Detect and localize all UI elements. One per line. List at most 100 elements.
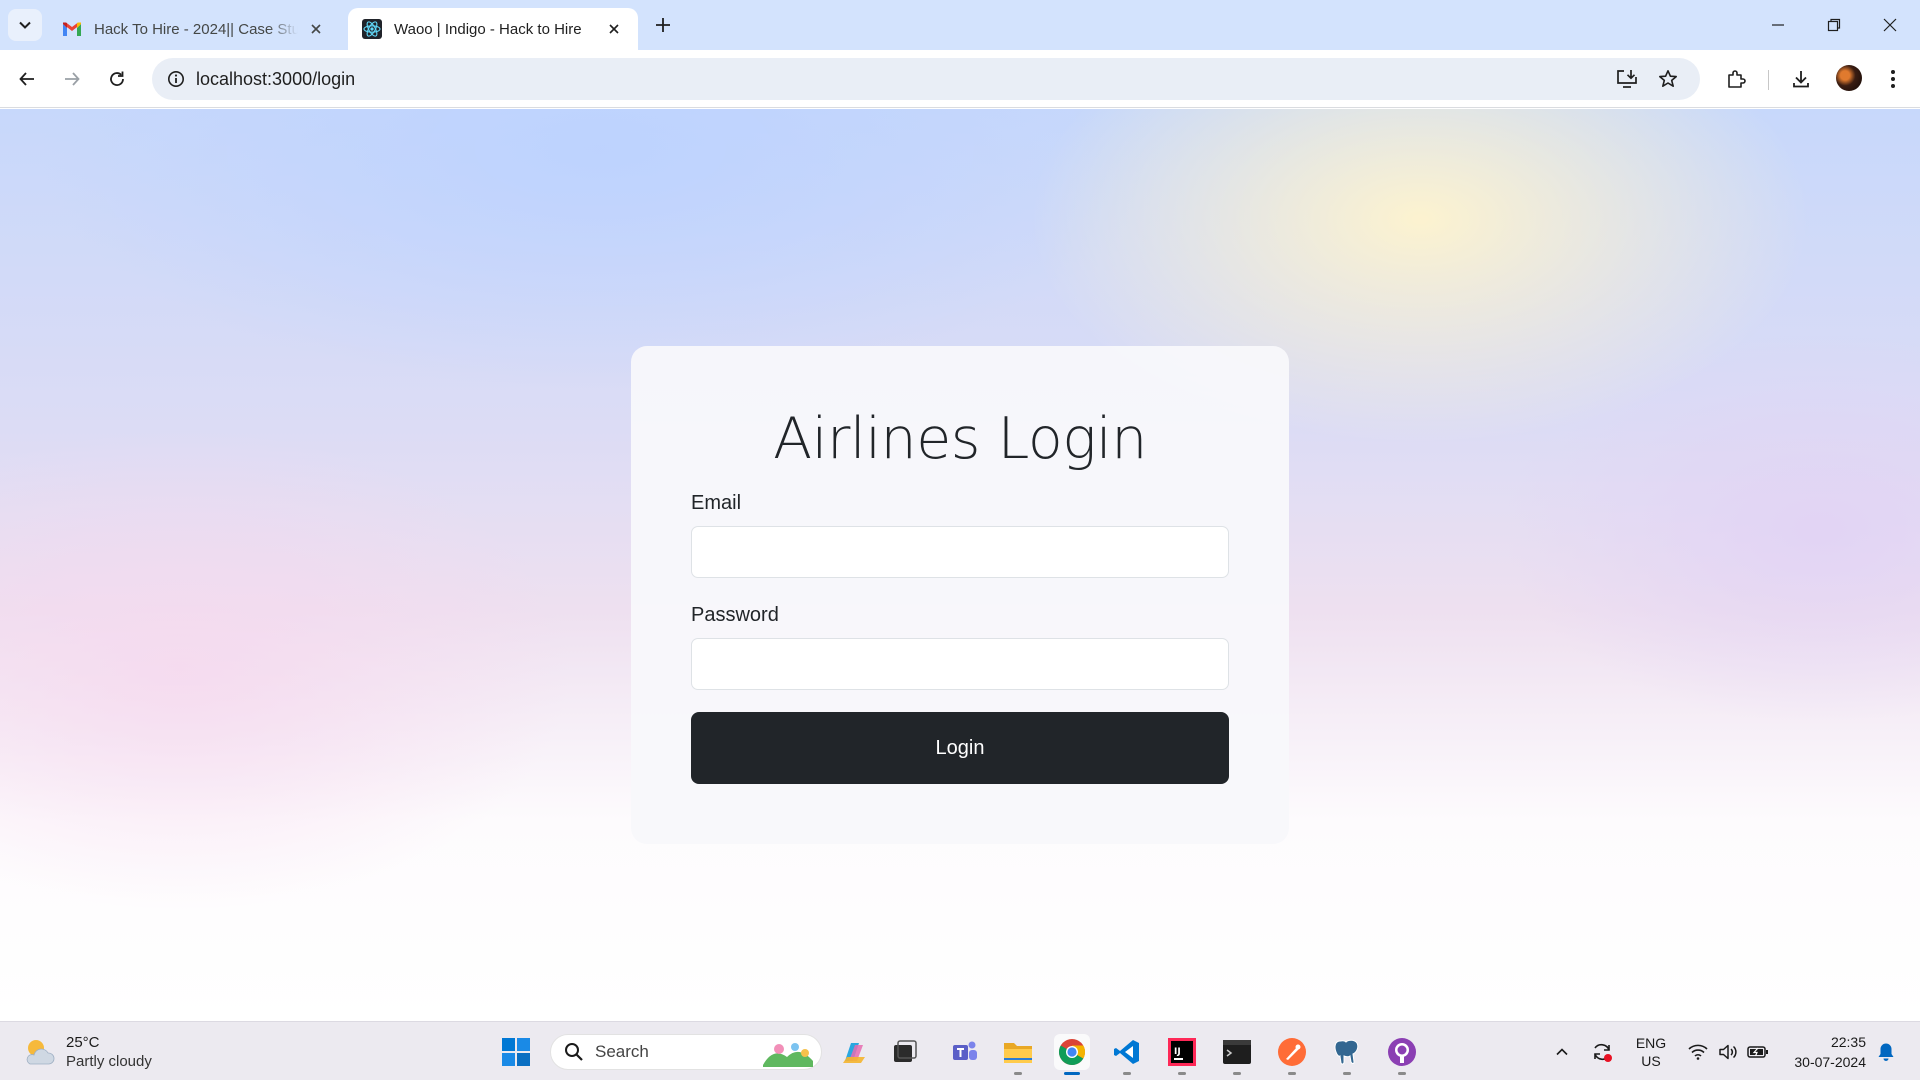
running-indicator — [1233, 1072, 1241, 1075]
battery-charging-icon — [1747, 1046, 1768, 1058]
close-window-button[interactable] — [1862, 0, 1918, 50]
extensions-button[interactable] — [1719, 62, 1753, 96]
running-indicator — [1064, 1072, 1080, 1075]
search-icon — [563, 1041, 585, 1063]
downloads-button[interactable] — [1784, 62, 1818, 96]
weather-widget[interactable]: 25°C Partly cloudy — [22, 1032, 152, 1072]
browser-toolbar: localhost:3000/login — [0, 50, 1920, 108]
wifi-icon — [1688, 1044, 1708, 1060]
login-button[interactable]: Login — [691, 712, 1229, 784]
chrome-icon — [1058, 1039, 1086, 1065]
github-desktop-app[interactable] — [1384, 1034, 1420, 1075]
email-label: Email — [691, 492, 742, 514]
password-field[interactable] — [691, 638, 1229, 690]
page-content: Airlines Login Email Password Login — [0, 109, 1920, 1021]
language-code: ENG — [1635, 1035, 1667, 1051]
email-field[interactable] — [691, 526, 1229, 578]
arrow-left-icon — [19, 72, 34, 86]
region-code: US — [1641, 1053, 1661, 1069]
running-indicator — [1014, 1072, 1022, 1075]
login-card: Airlines Login Email Password Login — [631, 346, 1289, 844]
chrome-app[interactable] — [1054, 1034, 1090, 1075]
minimize-icon — [1772, 24, 1784, 26]
info-icon[interactable] — [162, 65, 190, 93]
reload-button[interactable] — [100, 62, 134, 96]
tab-title: Hack To Hire - 2024|| Case Stud — [94, 20, 298, 38]
url-text[interactable]: localhost:3000/login — [196, 58, 355, 100]
reload-icon — [110, 71, 124, 86]
wifi-button[interactable] — [1684, 1032, 1712, 1072]
taskbar-search[interactable]: Search — [550, 1034, 822, 1070]
sync-icon — [1594, 1043, 1612, 1062]
running-indicator — [1398, 1072, 1406, 1075]
minimize-button[interactable] — [1750, 0, 1806, 50]
new-tab-button[interactable] — [650, 12, 676, 38]
clock[interactable]: 22:35 30-07-2024 — [1782, 1032, 1866, 1072]
windows-logo-icon — [502, 1038, 530, 1066]
language-indicator[interactable]: ENG US — [1630, 1032, 1672, 1072]
password-label: Password — [691, 604, 779, 626]
running-indicator — [1343, 1072, 1351, 1075]
react-icon — [362, 19, 382, 39]
avatar[interactable] — [1836, 65, 1862, 91]
running-indicator — [1123, 1072, 1131, 1075]
partly-cloudy-icon — [26, 1040, 55, 1065]
address-bar[interactable]: localhost:3000/login — [152, 58, 1700, 100]
tab-search-button[interactable] — [8, 9, 42, 41]
chevron-down-icon — [19, 21, 31, 29]
install-app-icon[interactable] — [1612, 64, 1642, 94]
close-icon[interactable] — [306, 19, 326, 39]
sync-status-button[interactable] — [1586, 1032, 1618, 1072]
arrow-right-icon — [65, 72, 80, 86]
chevron-up-icon — [1556, 1048, 1568, 1056]
intellij-app[interactable]: IJ — [1164, 1034, 1200, 1075]
gmail-icon — [62, 19, 82, 39]
taskbar: 25°C Partly cloudy Search IJ ENG US 22:3… — [0, 1021, 1920, 1080]
plus-icon — [656, 18, 670, 32]
battery-button[interactable] — [1744, 1032, 1772, 1072]
puzzle-icon — [1728, 70, 1746, 88]
intellij-icon: IJ — [1168, 1038, 1196, 1066]
back-button[interactable] — [10, 62, 44, 96]
search-highlight-icon — [763, 1043, 813, 1067]
weather-description: Partly cloudy — [66, 1053, 152, 1070]
bell-icon — [1878, 1043, 1894, 1061]
task-view-app[interactable] — [887, 1034, 923, 1070]
tab-gmail[interactable]: Hack To Hire - 2024|| Case Stud — [48, 8, 340, 50]
teams-icon — [953, 1041, 977, 1060]
menu-button[interactable] — [1876, 62, 1910, 96]
terminal-icon — [1223, 1040, 1251, 1064]
task-view-icon — [894, 1040, 917, 1062]
download-icon — [1793, 71, 1809, 88]
show-hidden-icons-button[interactable] — [1548, 1032, 1576, 1072]
page-title: Airlines Login — [773, 406, 1147, 472]
clock-date: 30-07-2024 — [1794, 1054, 1866, 1070]
copilot-app[interactable] — [836, 1034, 872, 1070]
postgresql-app[interactable] — [1329, 1034, 1365, 1075]
more-vert-icon — [1891, 70, 1895, 88]
forward-button[interactable] — [55, 62, 89, 96]
elephant-icon — [1334, 1039, 1359, 1065]
folder-icon — [1004, 1043, 1032, 1063]
weather-temperature: 25°C — [66, 1034, 100, 1051]
start-button[interactable] — [498, 1034, 534, 1070]
speaker-icon — [1719, 1044, 1737, 1060]
file-explorer-app[interactable] — [1000, 1034, 1036, 1075]
toolbar-divider — [1768, 70, 1769, 90]
terminal-app[interactable] — [1219, 1034, 1255, 1075]
close-icon[interactable] — [604, 19, 624, 39]
teams-app[interactable] — [947, 1034, 983, 1070]
bookmark-star-icon[interactable] — [1653, 64, 1683, 94]
tab-title: Waoo | Indigo - Hack to Hire — [394, 20, 582, 38]
clock-time: 22:35 — [1830, 1034, 1866, 1050]
tab-waoo-indigo[interactable]: Waoo | Indigo - Hack to Hire — [348, 8, 638, 50]
volume-button[interactable] — [1714, 1032, 1742, 1072]
vscode-app[interactable] — [1109, 1034, 1145, 1075]
notifications-button[interactable] — [1872, 1032, 1900, 1072]
search-placeholder: Search — [595, 1042, 649, 1061]
restore-button[interactable] — [1806, 0, 1862, 50]
restore-icon — [1827, 18, 1841, 32]
close-icon — [1883, 18, 1897, 32]
running-indicator — [1178, 1072, 1186, 1075]
postman-app[interactable] — [1274, 1034, 1310, 1075]
